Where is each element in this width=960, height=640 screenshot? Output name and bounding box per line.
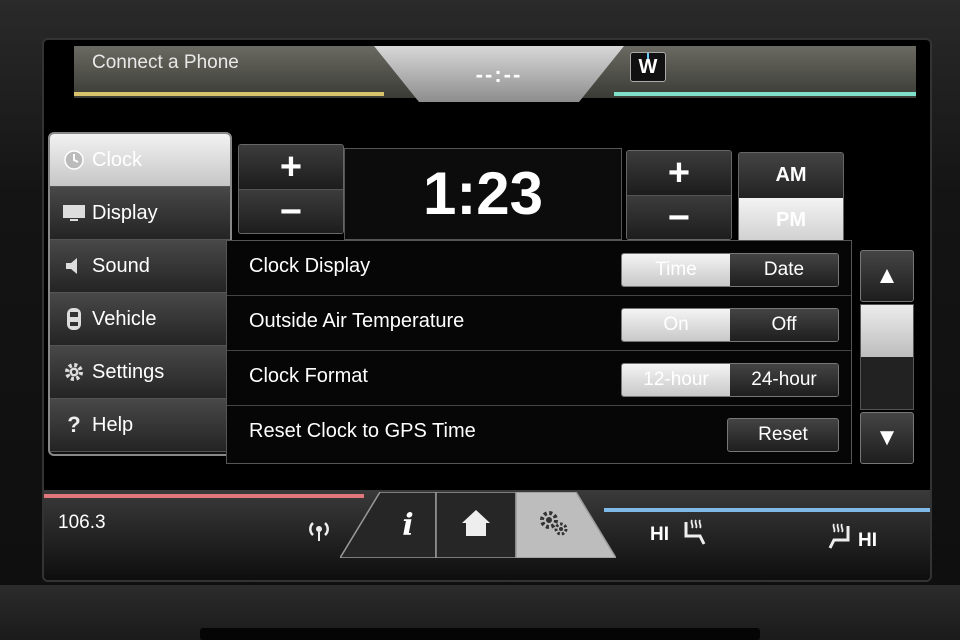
scroll-down-button[interactable]: ▼: [860, 412, 914, 464]
reset-button[interactable]: Reset: [727, 418, 839, 452]
passenger-heated-seat-icon[interactable]: [824, 522, 854, 557]
nav-item-help[interactable]: ? Help: [50, 399, 230, 452]
connect-phone-label[interactable]: Connect a Phone: [92, 52, 239, 74]
gear-icon: [62, 360, 86, 384]
nav-item-display[interactable]: Display: [50, 187, 230, 240]
time-option[interactable]: Time: [622, 254, 730, 286]
bottom-bar: 106.3 i HI HI: [44, 490, 930, 580]
settings-tab[interactable]: [516, 492, 592, 558]
cd-slot: [200, 628, 760, 640]
home-tab[interactable]: [436, 492, 516, 558]
list-item: Clock Display Time Date: [227, 241, 851, 296]
reset-clock-label: Reset Clock to GPS Time: [249, 420, 476, 442]
hour-plus-button[interactable]: +: [239, 145, 343, 190]
date-option[interactable]: Date: [730, 254, 838, 286]
24-hour-option[interactable]: 24-hour: [730, 364, 838, 396]
clock-format-label: Clock Format: [249, 365, 368, 387]
meridiem-toggle: AM PM: [738, 152, 844, 244]
gears-icon: [537, 508, 571, 543]
nav-item-vehicle[interactable]: Vehicle: [50, 293, 230, 346]
info-tab[interactable]: i: [380, 492, 436, 558]
passenger-seat-heat-level[interactable]: HI: [858, 530, 877, 552]
12-hour-option[interactable]: 12-hour: [622, 364, 730, 396]
minute-adjuster: + −: [626, 150, 732, 240]
nav-item-label: Clock: [92, 148, 143, 171]
radio-frequency[interactable]: 106.3: [58, 512, 106, 534]
touchscreen: Connect a Phone --:-- W Clock Display So…: [42, 38, 932, 582]
nav-item-label: Settings: [92, 360, 165, 383]
main-tabs: i: [340, 492, 616, 558]
clock-icon: [62, 148, 86, 172]
climate-accent-stripe: [614, 92, 916, 96]
list-item: Clock Format 12-hour 24-hour: [227, 351, 851, 406]
on-option[interactable]: On: [622, 309, 730, 341]
nav-item-label: Display: [92, 201, 158, 224]
home-icon: [460, 508, 492, 543]
nav-item-clock[interactable]: Clock: [50, 134, 230, 187]
car-icon: [62, 307, 86, 331]
scroll-track[interactable]: [860, 304, 914, 410]
heated-seat-icon[interactable]: [680, 518, 710, 553]
nav-item-label: Help: [92, 413, 134, 436]
settings-nav: Clock Display Sound Vehicle Settings ? H…: [48, 132, 232, 456]
status-clock: --:--: [475, 62, 523, 87]
nav-item-label: Sound: [92, 254, 150, 277]
compass-indicator: W: [630, 52, 666, 82]
phone-accent-stripe: [74, 92, 384, 96]
clock-display-toggle: Time Date: [621, 253, 839, 287]
pm-button[interactable]: PM: [739, 198, 843, 243]
nav-item-label: Vehicle: [92, 307, 157, 330]
minute-minus-button[interactable]: −: [627, 196, 731, 239]
audio-accent-stripe: [44, 494, 364, 498]
time-display: 1:23: [344, 148, 622, 240]
display-icon: [62, 201, 86, 225]
list-scrollbar: ▲ ▼: [860, 250, 914, 464]
hour-adjuster: + −: [238, 144, 344, 234]
driver-seat-heat-level[interactable]: HI: [650, 524, 669, 546]
speaker-icon: [62, 254, 86, 278]
help-icon: ?: [67, 412, 81, 437]
scroll-up-button[interactable]: ▲: [860, 250, 914, 302]
nav-item-settings[interactable]: Settings: [50, 346, 230, 399]
hour-minus-button[interactable]: −: [239, 190, 343, 233]
off-option[interactable]: Off: [730, 309, 838, 341]
am-button[interactable]: AM: [739, 153, 843, 198]
clock-display-label: Clock Display: [249, 255, 371, 277]
broadcast-icon: [306, 516, 332, 547]
list-item: Outside Air Temperature On Off: [227, 296, 851, 351]
outside-air-temperature-label: Outside Air Temperature: [249, 310, 465, 332]
list-item: Reset Clock to GPS Time Reset: [227, 406, 851, 460]
outside-temp-toggle: On Off: [621, 308, 839, 342]
climate-accent-stripe-bottom: [604, 508, 930, 512]
nav-item-sound[interactable]: Sound: [50, 240, 230, 293]
minute-plus-button[interactable]: +: [627, 151, 731, 196]
info-icon: i: [402, 507, 414, 543]
scroll-thumb[interactable]: [861, 305, 913, 357]
clock-format-toggle: 12-hour 24-hour: [621, 363, 839, 397]
clock-settings-list: Clock Display Time Date Outside Air Temp…: [226, 240, 852, 464]
